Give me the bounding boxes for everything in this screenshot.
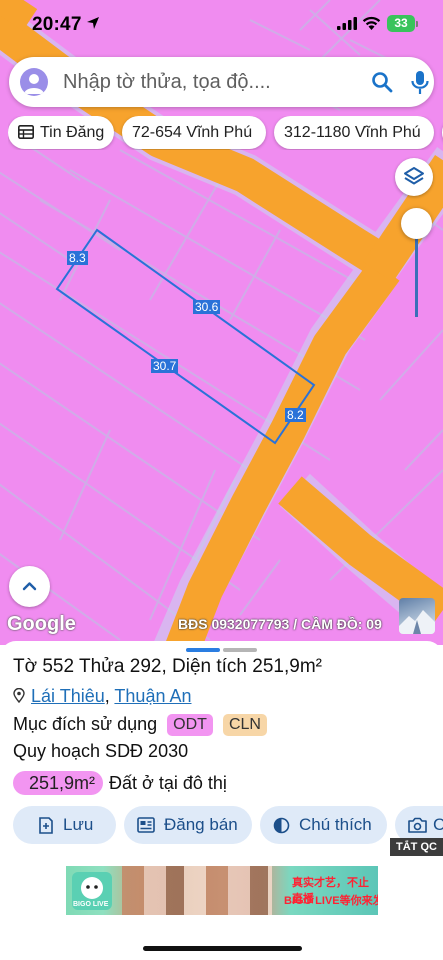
status-bar: 20:47 33 bbox=[0, 0, 443, 50]
purpose-label: Mục đích sử dụng bbox=[13, 714, 158, 734]
purpose-tag-odt: ODT bbox=[167, 714, 213, 736]
edge-label-8-3: 8.3 bbox=[67, 251, 88, 265]
battery-level: 33 bbox=[394, 16, 408, 30]
save-button[interactable]: Lưu bbox=[13, 806, 116, 844]
ad-text-bottom: BIGO LIVE等你来发现 bbox=[284, 895, 378, 907]
chip-label: 72-654 Vĩnh Phú bbox=[132, 124, 253, 141]
status-time: 20:47 bbox=[32, 14, 82, 35]
bigo-live-logo: BIGO LIVE bbox=[72, 872, 112, 910]
plan-detail: 251,9m² Đất ở tại đô thị bbox=[13, 771, 227, 795]
sheet-handle-inactive[interactable] bbox=[223, 648, 257, 652]
wifi-icon bbox=[362, 16, 381, 30]
contrast-icon bbox=[273, 817, 290, 834]
edge-label-30-7: 30.7 bbox=[151, 359, 179, 373]
plan-description: Đất ở tại đô thị bbox=[109, 773, 227, 793]
map-pin-icon bbox=[13, 687, 25, 703]
edge-label-30-6: 30.6 bbox=[193, 300, 221, 314]
user-avatar-icon bbox=[24, 74, 44, 94]
layers-button[interactable] bbox=[395, 158, 433, 196]
newspaper-icon bbox=[137, 817, 155, 833]
ad-brand: BIGO LIVE bbox=[73, 901, 109, 908]
land-use-purpose: Mục đích sử dụng ODT CLN bbox=[13, 714, 267, 736]
sheet-number: 552 bbox=[42, 656, 75, 677]
opacity-slider-handle[interactable] bbox=[401, 208, 432, 239]
search-input[interactable] bbox=[63, 65, 343, 99]
chip-tin-dang[interactable]: Tin Đăng bbox=[8, 116, 114, 149]
chip-label: Tin Đăng bbox=[40, 124, 105, 141]
location-arrow-icon bbox=[87, 17, 99, 29]
search-bar[interactable] bbox=[9, 57, 434, 107]
action-buttons: Lưu Đăng bán Chú thích Cá bbox=[0, 806, 443, 844]
map-attribution: BĐS 0932077793 / CẦM ĐỒ: 09 bbox=[178, 616, 382, 632]
close-ad-button[interactable]: TẮT QC bbox=[390, 838, 443, 856]
filter-chips: Tin Đăng 72-654 Vĩnh Phú 312-1180 Vĩnh P… bbox=[8, 116, 443, 150]
cellular-signal-icon bbox=[337, 17, 357, 30]
save-label: Lưu bbox=[63, 815, 94, 834]
google-logo: Google bbox=[7, 613, 76, 635]
home-indicator[interactable] bbox=[143, 946, 302, 951]
ad-photo-strip bbox=[122, 866, 272, 915]
street-view-thumbnail[interactable] bbox=[399, 598, 435, 634]
street-view-preview-icon bbox=[399, 610, 435, 634]
camera-icon bbox=[408, 817, 427, 833]
plan-area-badge: 251,9m² bbox=[13, 771, 104, 795]
plan-title: Quy hoạch SDĐ 2030 bbox=[13, 741, 189, 761]
battery-indicator: 33 bbox=[387, 15, 415, 32]
parcel-summary: Tờ 552 Thửa 292, Diện tích 251,9m² bbox=[13, 656, 322, 678]
expand-up-button[interactable] bbox=[9, 566, 50, 607]
parcel-label: Thửa bbox=[79, 656, 125, 677]
sheet-label: Tờ bbox=[13, 656, 38, 677]
post-for-sale-button[interactable]: Đăng bán bbox=[124, 806, 252, 844]
purpose-tag-cln: CLN bbox=[222, 714, 267, 736]
chip-parcel-72-654[interactable]: 72-654 Vĩnh Phú bbox=[122, 116, 266, 149]
post-label: Đăng bán bbox=[164, 815, 238, 834]
roads bbox=[0, 5, 443, 645]
parcel-number: 292 bbox=[129, 656, 162, 677]
bookmark-plus-icon bbox=[39, 817, 53, 834]
ward-link[interactable]: Lái Thiêu bbox=[31, 686, 105, 706]
edge-label-8-2: 8.2 bbox=[285, 408, 306, 422]
search-icon[interactable] bbox=[370, 70, 394, 94]
ad-banner[interactable]: BIGO LIVE 真实才艺，不止直播 BIGO LIVE等你来发现 bbox=[66, 866, 378, 915]
district-link[interactable]: Thuận An bbox=[114, 686, 191, 706]
chip-parcel-312-1180[interactable]: 312-1180 Vĩnh Phú bbox=[274, 116, 434, 149]
separator: , bbox=[161, 656, 167, 677]
microphone-icon[interactable] bbox=[408, 69, 432, 95]
area-label: Diện tích bbox=[172, 656, 247, 677]
avatar[interactable] bbox=[20, 68, 48, 96]
listing-table-icon bbox=[18, 124, 34, 139]
area-value: 251,9m² bbox=[252, 656, 322, 677]
chip-label: 312-1180 Vĩnh Phú bbox=[284, 124, 421, 141]
legend-label: Chú thích bbox=[299, 815, 372, 834]
sheet-handle-active[interactable] bbox=[186, 648, 220, 652]
legend-button[interactable]: Chú thích bbox=[260, 806, 387, 844]
parcel-address: Lái Thiêu, Thuận An bbox=[13, 686, 191, 707]
layers-icon bbox=[404, 167, 424, 185]
battery-tip bbox=[416, 21, 418, 27]
address-separator: , bbox=[104, 686, 115, 706]
chevron-up-icon bbox=[22, 582, 37, 591]
